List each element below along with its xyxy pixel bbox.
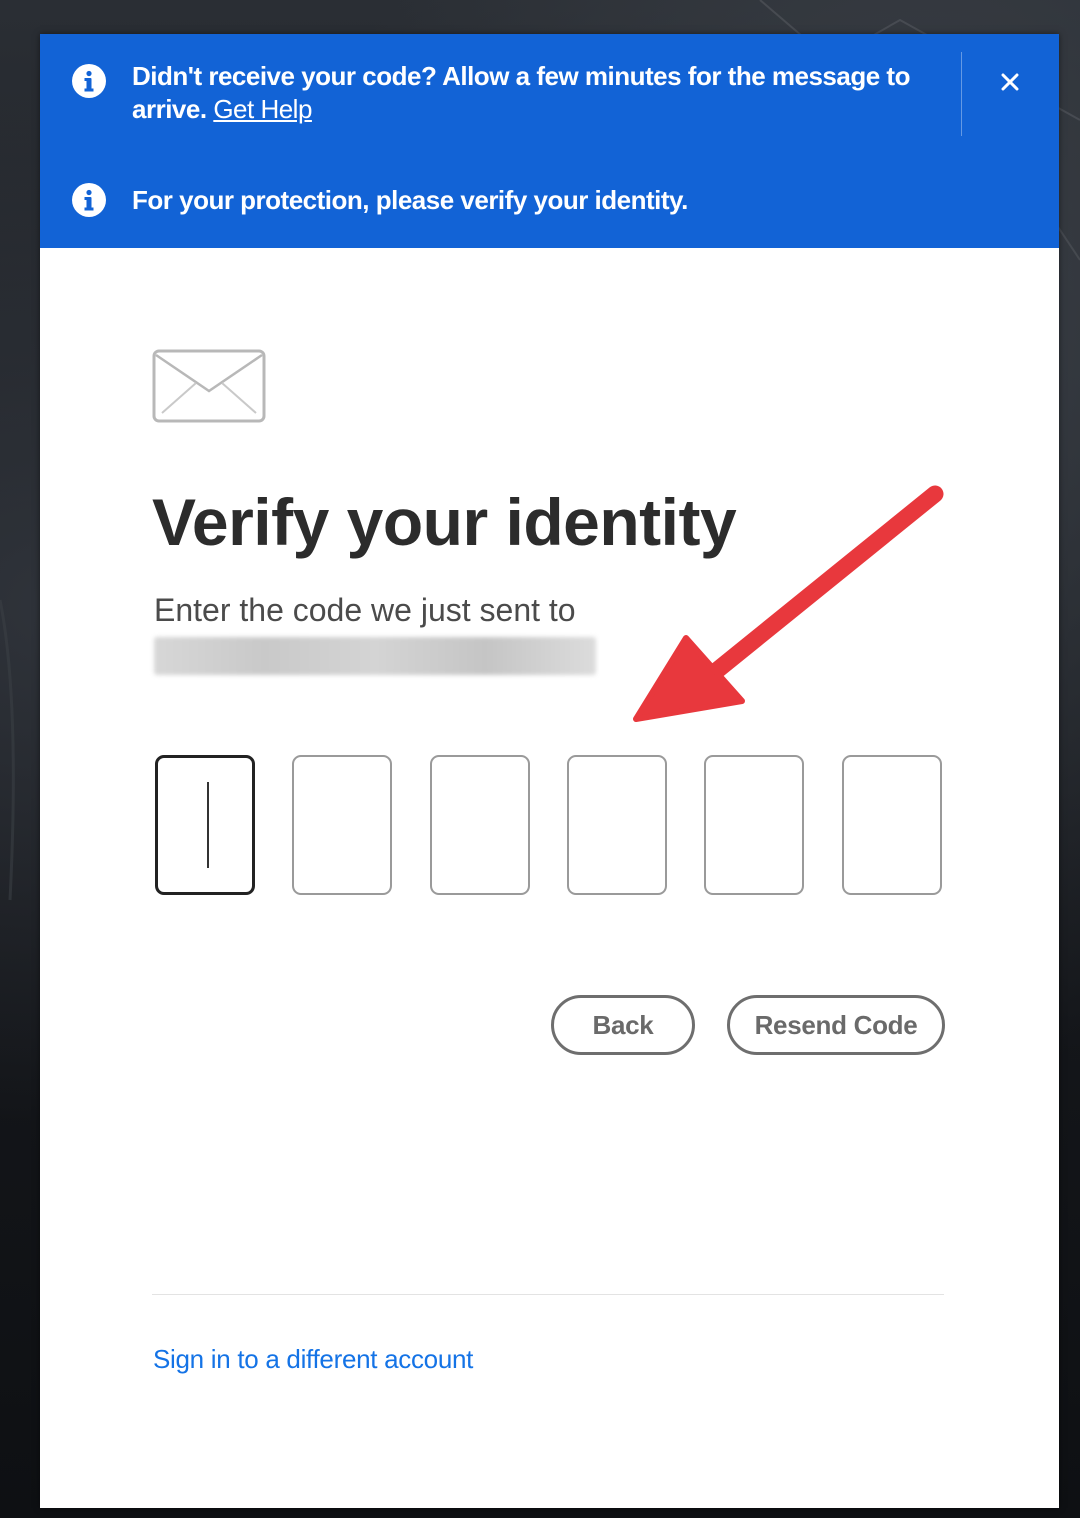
protection-banner: For your protection, please verify your …: [40, 152, 1059, 248]
protection-message: For your protection, please verify your …: [132, 185, 688, 215]
verify-identity-dialog: Didn't receive your code? Allow a few mi…: [40, 34, 1059, 1508]
info-icon: [72, 183, 106, 217]
code-digit-2[interactable]: [292, 755, 392, 895]
close-icon: [1001, 73, 1019, 91]
code-help-banner: Didn't receive your code? Allow a few mi…: [40, 34, 1059, 152]
text-cursor: [207, 782, 209, 868]
banner-divider: [961, 52, 962, 136]
code-digit-4[interactable]: [567, 755, 667, 895]
footer-divider: [152, 1294, 944, 1295]
verification-code-inputs: [155, 755, 944, 898]
code-sent-subtitle: Enter the code we just sent to: [154, 592, 576, 628]
redacted-email: [154, 637, 596, 675]
code-digit-5[interactable]: [704, 755, 804, 895]
red-arrow-icon: [633, 485, 944, 722]
sign-in-different-account-link[interactable]: Sign in to a different account: [153, 1344, 473, 1375]
code-digit-3[interactable]: [430, 755, 530, 895]
info-icon: [72, 64, 106, 98]
get-help-link[interactable]: Get Help: [213, 94, 312, 124]
code-help-message: Didn't receive your code? Allow a few mi…: [132, 60, 912, 126]
code-digit-6[interactable]: [842, 755, 942, 895]
envelope-icon: [152, 349, 266, 423]
back-button[interactable]: Back: [551, 995, 695, 1055]
close-banner-button[interactable]: [992, 64, 1028, 100]
resend-code-button[interactable]: Resend Code: [727, 995, 945, 1055]
code-digit-1[interactable]: [155, 755, 255, 895]
